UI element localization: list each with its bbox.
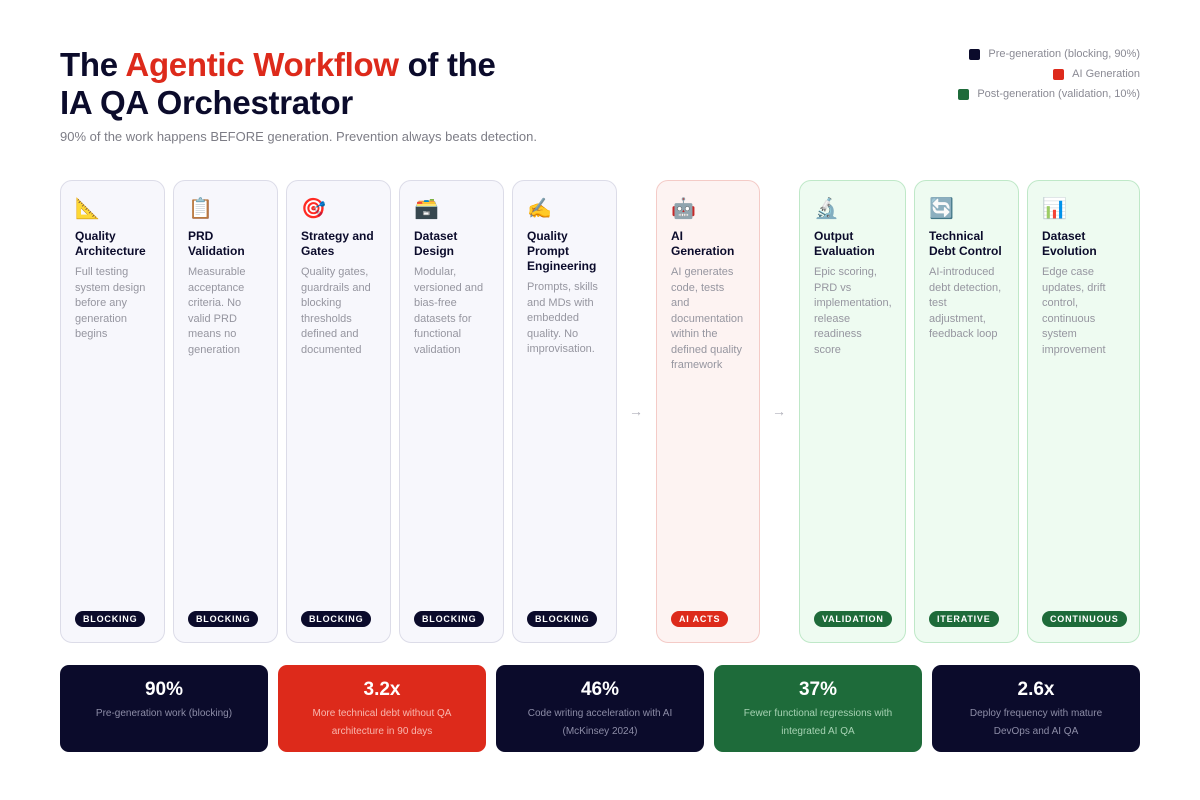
- stat-deploy-frequency: 2.6x Deploy frequency with mature DevOps…: [932, 665, 1140, 752]
- card-title: Dataset Evolution: [1042, 229, 1097, 258]
- card-title: Quality Architecture: [75, 229, 146, 258]
- status-badge: BLOCKING: [301, 611, 372, 627]
- legend: Pre-generation (blocking, 90%) AI Genera…: [880, 47, 1140, 107]
- stat-technical-debt: 3.2x More technical debt without QA arch…: [278, 665, 486, 752]
- stat-value: 2.6x: [1017, 679, 1055, 700]
- legend-swatch-green: [958, 88, 970, 100]
- card-description: Modular, versioned and bias-free dataset…: [414, 266, 484, 356]
- status-badge: CONTINUOUS: [1042, 611, 1127, 627]
- stat-fewer-regressions: 37% Fewer functional regressions with in…: [714, 665, 922, 752]
- workflow-cards: 📐 Quality Architecture Full testing syst…: [60, 180, 1140, 643]
- page-title: The Agentic Workflow of the IA QA Orchest…: [60, 46, 680, 122]
- legend-item-ai-generation: AI Generation: [880, 67, 1140, 81]
- card-quality-prompt-engineering: ✍️ Quality Prompt Engineering Prompts, s…: [512, 180, 617, 643]
- stat-value: 90%: [144, 679, 184, 700]
- legend-item-pre-generation: Pre-generation (blocking, 90%): [880, 47, 1140, 61]
- status-badge: VALIDATION: [814, 611, 892, 627]
- title-part-2: of the: [398, 46, 496, 83]
- stat-pre-generation: 90% Pre-generation work (blocking): [60, 665, 268, 752]
- page-subtitle: 90% of the work happens BEFORE generatio…: [60, 129, 537, 144]
- arrow-right-icon: →: [772, 403, 786, 419]
- status-badge: ITERATIVE: [929, 611, 999, 627]
- legend-swatch-red: [1053, 68, 1065, 80]
- stat-label: Fewer functional regressions with integr…: [743, 708, 893, 737]
- triangle-ruler-icon: 📐: [75, 198, 100, 220]
- card-description: Edge case updates, drift control, contin…: [1042, 266, 1106, 356]
- stat-label: Pre-generation work (blocking): [95, 708, 233, 719]
- card-description: Prompts, skills and MDs with embedded qu…: [527, 281, 598, 355]
- writing-hand-icon: ✍️: [527, 198, 552, 220]
- status-badge: BLOCKING: [188, 611, 259, 627]
- card-title: Strategy and Gates: [301, 229, 374, 258]
- status-badge: BLOCKING: [414, 611, 485, 627]
- card-output-evaluation: 🔬 Output Evaluation Epic scoring, PRD vs…: [799, 180, 906, 643]
- card-file-box-icon: 🗃️: [414, 198, 439, 220]
- legend-label: Post-generation (validation, 10%): [977, 88, 1140, 100]
- refresh-arrows-icon: 🔄: [929, 198, 954, 220]
- robot-icon: 🤖: [671, 198, 696, 220]
- legend-item-post-generation: Post-generation (validation, 10%): [880, 87, 1140, 101]
- card-dataset-evolution: 📊 Dataset Evolution Edge case updates, d…: [1027, 180, 1140, 643]
- card-title: Quality Prompt Engineering: [527, 229, 597, 273]
- stat-code-acceleration: 46% Code writing acceleration with AI (M…: [496, 665, 704, 752]
- stat-value: 3.2x: [363, 679, 401, 700]
- bar-chart-icon: 📊: [1042, 198, 1067, 220]
- stat-label: Code writing acceleration with AI (McKin…: [527, 708, 673, 737]
- card-description: AI generates code, tests and documentati…: [671, 266, 744, 371]
- legend-swatch-navy: [969, 48, 981, 60]
- legend-label: AI Generation: [1072, 68, 1140, 80]
- card-ai-generation: 🤖 AI Generation AI generates code, tests…: [656, 180, 760, 643]
- arrow-right-icon: →: [629, 403, 643, 419]
- card-quality-architecture: 📐 Quality Architecture Full testing syst…: [60, 180, 165, 643]
- stat-label: Deploy frequency with mature DevOps and …: [969, 708, 1103, 737]
- stat-value: 46%: [580, 679, 620, 700]
- legend-label: Pre-generation (blocking, 90%): [988, 48, 1140, 60]
- card-strategy-and-gates: 🎯 Strategy and Gates Quality gates, guar…: [286, 180, 391, 643]
- card-title: Output Evaluation: [814, 229, 875, 258]
- title-part-1: The: [60, 46, 126, 83]
- stat-value: 37%: [798, 679, 838, 700]
- card-title: AI Generation: [671, 229, 735, 258]
- microscope-icon: 🔬: [814, 198, 839, 220]
- title-accent: Agentic Workflow: [125, 46, 399, 83]
- card-description: AI-introduced debt detection, test adjus…: [929, 266, 1002, 340]
- card-prd-validation: 📋 PRD Validation Measurable acceptance c…: [173, 180, 278, 643]
- card-title: PRD Validation: [188, 229, 245, 258]
- card-description: Measurable acceptance criteria. No valid…: [188, 266, 246, 356]
- card-title: Dataset Design: [414, 229, 458, 258]
- stat-label: More technical debt without QA architect…: [312, 708, 452, 737]
- title-line-2: IA QA Orchestrator: [60, 84, 353, 121]
- clipboard-icon: 📋: [188, 198, 213, 220]
- card-description: Epic scoring, PRD vs implementation, rel…: [814, 266, 892, 356]
- target-icon: 🎯: [301, 198, 326, 220]
- card-title: Technical Debt Control: [929, 229, 1002, 258]
- card-description: Quality gates, guardrails and blocking t…: [301, 266, 371, 356]
- card-description: Full testing system design before any ge…: [75, 266, 146, 340]
- card-technical-debt-control: 🔄 Technical Debt Control AI-introduced d…: [914, 180, 1019, 643]
- status-badge: BLOCKING: [75, 611, 146, 627]
- status-badge: AI ACTS: [671, 611, 729, 627]
- stats-row: 90% Pre-generation work (blocking) 3.2x …: [60, 665, 1140, 752]
- card-dataset-design: 🗃️ Dataset Design Modular, versioned and…: [399, 180, 504, 643]
- status-badge: BLOCKING: [527, 611, 598, 627]
